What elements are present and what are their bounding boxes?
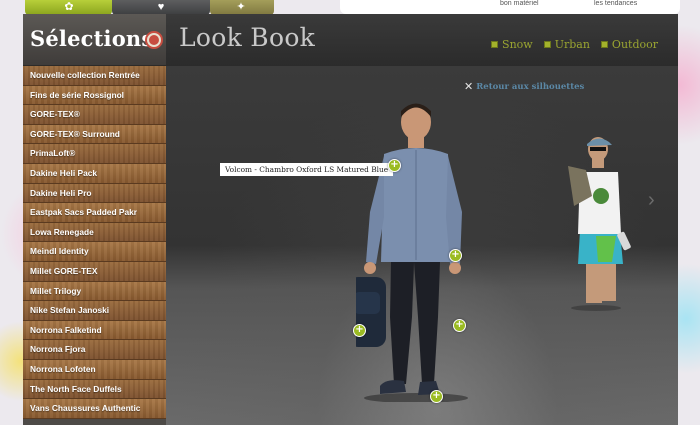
nav-right-panel: bon matériel les tendances bbox=[340, 0, 680, 14]
checkbox-icon[interactable] bbox=[600, 41, 608, 48]
top-link-materiel[interactable]: bon matériel bbox=[500, 0, 539, 7]
filter-label: Urban bbox=[554, 38, 590, 51]
sidebar-item[interactable]: Nike Stefan Janoski bbox=[23, 301, 166, 321]
product-hotspot-shoes[interactable]: + bbox=[430, 390, 443, 403]
sidebar-item[interactable]: GORE-TEX® bbox=[23, 105, 166, 125]
sidebar-item[interactable]: Norrona Falketind bbox=[23, 320, 166, 341]
heart-icon: ♥ bbox=[157, 1, 165, 13]
product-hotspot-shirt[interactable]: + bbox=[388, 159, 401, 172]
filter-snow[interactable]: Snow bbox=[491, 38, 533, 51]
filter-label: Snow bbox=[502, 38, 533, 51]
back-to-silhouettes-link[interactable]: ✕ Retour aux silhouettes bbox=[464, 80, 584, 93]
brand-badge-icon bbox=[145, 31, 163, 49]
nav-tab-dark[interactable]: ♥ bbox=[112, 0, 210, 15]
filter-urban[interactable]: Urban bbox=[543, 38, 590, 51]
lookbook-stage: ✕ Retour aux silhouettes Volcom - Chambr… bbox=[166, 66, 678, 425]
sidebar-item[interactable]: Millet Trilogy bbox=[23, 281, 166, 302]
top-link-tendances[interactable]: les tendances bbox=[594, 0, 637, 7]
page-title: Look Book bbox=[179, 23, 316, 52]
next-arrow-icon[interactable]: › bbox=[648, 189, 655, 212]
checkbox-icon[interactable] bbox=[543, 41, 551, 48]
sidebar-item[interactable]: Lowa Renegade bbox=[23, 222, 166, 243]
product-hotspot-backpack[interactable]: + bbox=[353, 324, 366, 337]
sidebar-item[interactable]: Norrona Lofoten bbox=[23, 359, 166, 380]
sidebar-title: Sélections bbox=[30, 26, 154, 51]
sidebar-item[interactable]: Eastpak Sacs Padded Pakr bbox=[23, 203, 166, 223]
filter-outdoor[interactable]: Outdoor bbox=[600, 38, 658, 51]
lookbook-header: Look Book Snow Urban Outdoor bbox=[166, 14, 678, 66]
product-hotspot-jeans[interactable]: + bbox=[453, 319, 466, 332]
filter-label: Outdoor bbox=[611, 38, 658, 51]
sidebar-item[interactable]: Norrona Fjora bbox=[23, 340, 166, 360]
checkbox-icon[interactable] bbox=[491, 41, 499, 48]
selections-sidebar: Sélections Nouvelle collection Rentrée F… bbox=[23, 14, 166, 425]
leaf-icon: ✿ bbox=[64, 1, 74, 13]
sidebar-item[interactable]: GORE-TEX® Surround bbox=[23, 124, 166, 145]
close-icon[interactable]: ✕ bbox=[464, 80, 473, 93]
lookbook-panel: Look Book Snow Urban Outdoor ✕ Retour au… bbox=[166, 14, 678, 425]
sidebar-item[interactable]: Meindl Identity bbox=[23, 242, 166, 262]
side-model-figure bbox=[568, 137, 631, 311]
selections-list: Nouvelle collection Rentrée Fins de séri… bbox=[23, 66, 166, 419]
sidebar-item[interactable]: PrimaLoft® bbox=[23, 144, 166, 164]
emblem-icon: ✦ bbox=[236, 1, 246, 13]
sidebar-item[interactable]: Dakine Heli Pro bbox=[23, 183, 166, 204]
sidebar-item[interactable]: The North Face Duffels bbox=[23, 379, 166, 400]
sidebar-item[interactable]: Dakine Heli Pack bbox=[23, 163, 166, 184]
sidebar-header: Sélections bbox=[23, 14, 166, 66]
product-tooltip: Volcom - Chambro Oxford LS Matured Blue bbox=[220, 163, 394, 176]
sidebar-item[interactable]: Fins de série Rossignol bbox=[23, 85, 166, 106]
back-link-label: Retour aux silhouettes bbox=[476, 81, 585, 92]
nav-tab-olive[interactable]: ✦ bbox=[210, 0, 274, 15]
category-filters: Snow Urban Outdoor bbox=[491, 38, 658, 51]
sidebar-item[interactable]: Vans Chaussures Authentic bbox=[23, 399, 166, 419]
sidebar-item[interactable]: Nouvelle collection Rentrée bbox=[23, 66, 166, 86]
product-hotspot-watch[interactable]: + bbox=[449, 249, 462, 262]
nav-tab-green[interactable]: ✿ bbox=[25, 0, 112, 15]
sidebar-item[interactable]: Millet GORE-TEX bbox=[23, 261, 166, 282]
